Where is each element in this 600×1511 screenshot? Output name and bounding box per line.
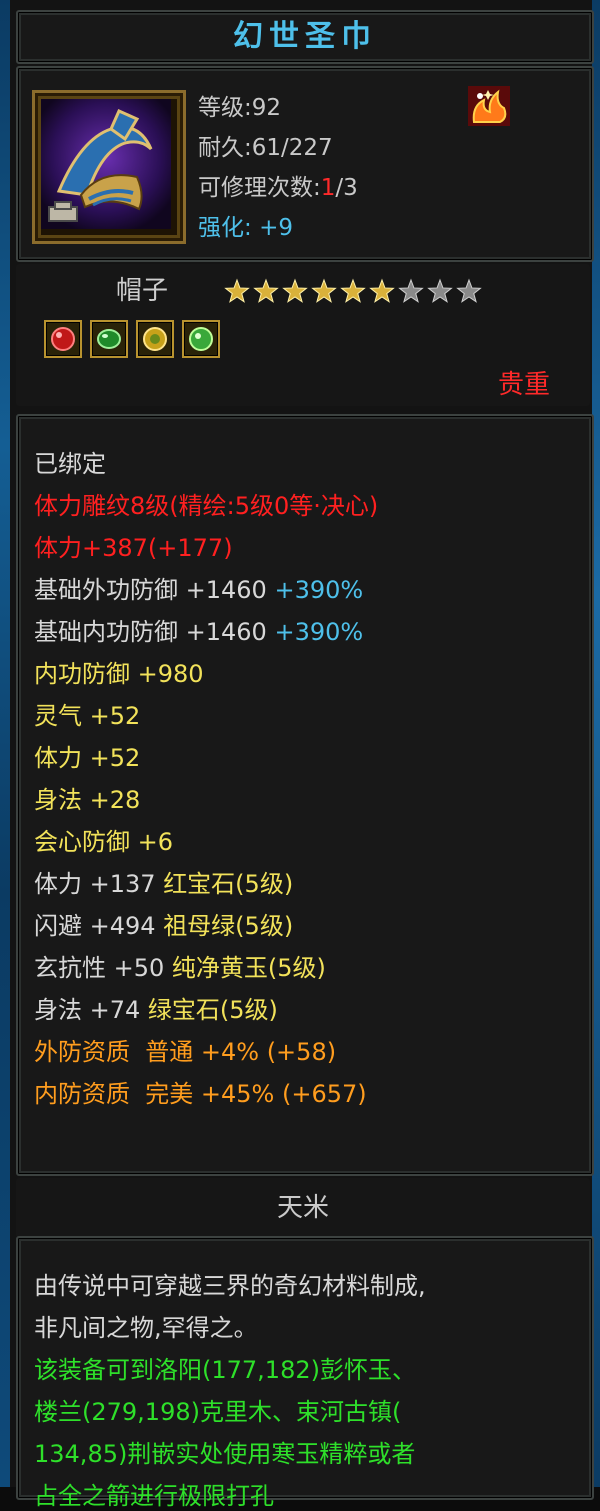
gem1-stat: 体力 +137 红宝石(5级) (34, 864, 293, 899)
gem2-name: 祖母绿(5级) (163, 912, 294, 940)
gem2-stat: 闪避 +494 祖母绿(5级) (34, 906, 293, 941)
enhance-label: 强化: (198, 215, 252, 241)
red-gem-icon (44, 320, 82, 358)
engrave-stat: 体力雕纹8级(精绘:5级0等·决心) (34, 492, 379, 520)
gem1-stat-value: 体力 +137 (34, 870, 156, 898)
int-def-label: 基础内功防御 +1460 (34, 618, 267, 646)
star-filled-icon (369, 278, 395, 303)
item-type-name: 帽子 (116, 276, 169, 306)
enhance-value: +9 (259, 215, 293, 241)
hat-item-icon (32, 90, 186, 244)
stamina-stat: 体力 +52 (34, 744, 141, 772)
description-line-1: 由传说中可穿越三界的奇幻材料制成, (34, 1272, 426, 1300)
gem3-name: 纯净黄玉(5级) (171, 954, 326, 982)
gem4-stat-value: 身法 +74 (34, 996, 141, 1024)
gem3-stat: 玄抗性 +50 纯净黄玉(5级) (34, 948, 326, 983)
repair-colon: : (313, 175, 321, 201)
durability-label: 耐久 (198, 135, 244, 161)
repair-label: 可修理次数 (198, 175, 313, 201)
star-empty-icon (427, 278, 453, 303)
int-def-stat: 基础内功防御 +1460 +390% (34, 612, 363, 647)
gem4-stat: 身法 +74 绿宝石(5级) (34, 990, 278, 1025)
repair-used: 1 (320, 175, 336, 201)
attributes-panel: 已绑定 体力雕纹8级(精绘:5级0等·决心) 体力+387(+177) 基础外功… (16, 414, 594, 1176)
description-line-6: 占全之箭进行极限打孔 (34, 1482, 274, 1510)
fire-badge-icon (468, 86, 510, 126)
crit-def-stat: 会心防御 +6 (34, 828, 174, 856)
title-bar: 幻世圣巾 (16, 10, 594, 64)
level-value: :92 (244, 95, 282, 121)
green-gem-icon (90, 320, 128, 358)
repair-total: /3 (335, 175, 358, 201)
item-title: 幻世圣巾 (233, 19, 377, 54)
ext-quality-stat: 外防资质 普通 +4% (+58) (34, 1038, 337, 1066)
item-name-panel: 帽子 贵重 (16, 264, 590, 406)
spirit-stat: 灵气 +52 (34, 702, 141, 730)
description-line-3: 该装备可到洛阳(177,182)彭怀玉、 (34, 1356, 416, 1384)
enhance-info: 强化: +9 (198, 208, 293, 242)
durability-info: 耐久:61/227 (198, 128, 333, 162)
star-empty-icon (456, 278, 482, 303)
int-defense-stat: 内功防御 +980 (34, 660, 204, 688)
star-filled-icon (224, 278, 250, 303)
ext-def-pct: +390% (274, 576, 364, 604)
gem3-stat-value: 玄抗性 +50 (34, 954, 165, 982)
star-empty-icon (398, 278, 424, 303)
int-def-pct: +390% (274, 618, 364, 646)
maker-header: 天米 (16, 1178, 590, 1238)
ext-def-label: 基础外功防御 +1460 (34, 576, 267, 604)
star-rating (224, 278, 482, 303)
item-quality: 贵重 (497, 370, 550, 400)
star-filled-icon (282, 278, 308, 303)
gem2-stat-value: 闪避 +494 (34, 912, 156, 940)
green-gem-icon (182, 320, 220, 358)
item-header-panel: 等级:92 耐久:61/227 可修理次数:1/3 强化: +9 (16, 66, 594, 262)
repair-info: 可修理次数:1/3 (198, 168, 358, 202)
description-line-4: 楼兰(279,198)克里木、束河古镇( (34, 1398, 402, 1426)
int-quality-stat: 内防资质 完美 +45% (+657) (34, 1080, 367, 1108)
gem1-name: 红宝石(5级) (163, 870, 294, 898)
durability-value: :61/227 (244, 135, 333, 161)
agility-stat: 身法 +28 (34, 786, 141, 814)
description-line-2: 非凡间之物,罕得之。 (34, 1314, 258, 1342)
gem4-name: 绿宝石(5级) (147, 996, 278, 1024)
description-line-5: 134,85)荆嵌实处使用寒玉精粹或者 (34, 1440, 416, 1468)
yellow-gem-icon (136, 320, 174, 358)
level-label: 等级 (198, 95, 244, 121)
star-filled-icon (340, 278, 366, 303)
left-background-edge (0, 0, 10, 1487)
ext-def-stat: 基础外功防御 +1460 +390% (34, 570, 363, 605)
stamina-total-stat: 体力+387(+177) (34, 534, 233, 562)
maker-name: 天米 (276, 1193, 329, 1223)
level-info: 等级:92 (198, 88, 281, 122)
description-panel: 由传说中可穿越三界的奇幻材料制成, 非凡间之物,罕得之。 该装备可到洛阳(177… (16, 1236, 594, 1510)
bound-status: 已绑定 (34, 450, 106, 478)
star-filled-icon (311, 278, 337, 303)
star-filled-icon (253, 278, 279, 303)
